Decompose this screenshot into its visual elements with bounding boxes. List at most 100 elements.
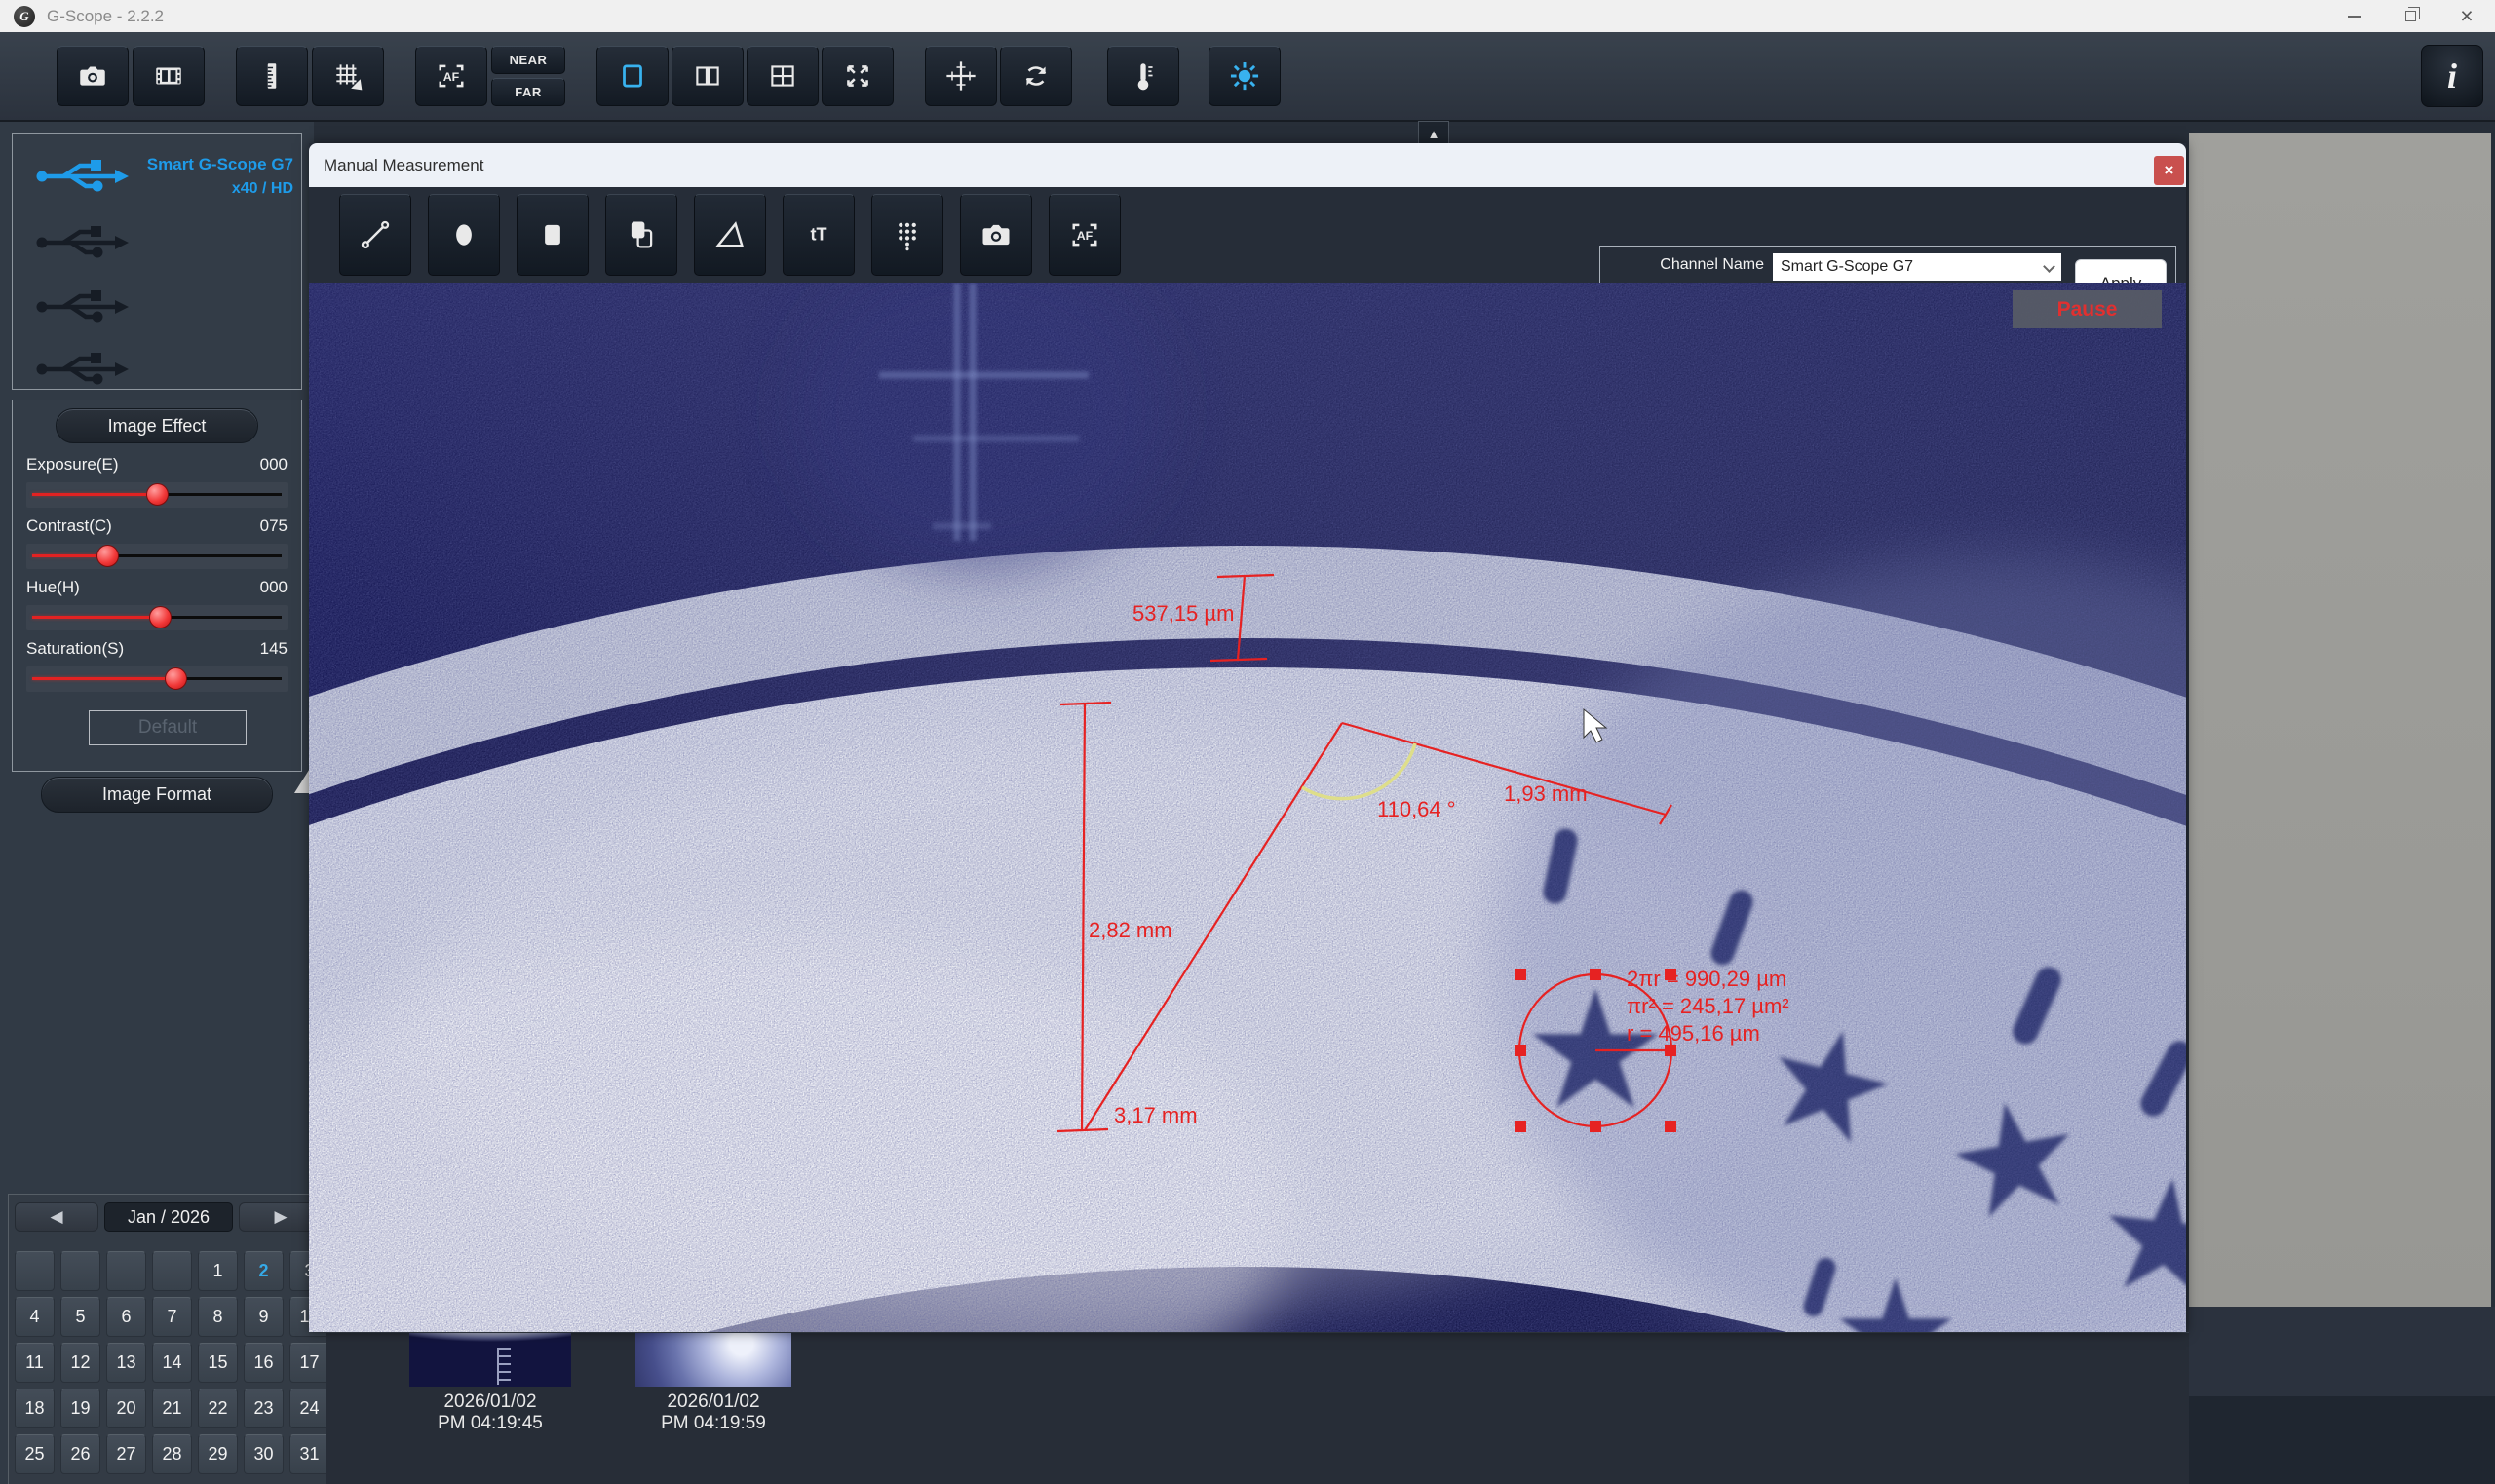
app-logo-icon: G: [14, 6, 35, 27]
calendar-day[interactable]: 24: [289, 1389, 329, 1428]
hue-track[interactable]: [26, 605, 288, 630]
fullscreen-button[interactable]: [822, 46, 894, 106]
far-focus-button[interactable]: FAR: [491, 78, 565, 106]
calendar-day[interactable]: 22: [198, 1389, 238, 1428]
autofocus-button[interactable]: AF: [1049, 194, 1121, 276]
gallery-item[interactable]: 2026/01/02 PM 04:19:45: [409, 1333, 571, 1434]
text-annotation-button[interactable]: tT: [783, 194, 855, 276]
calendar-day[interactable]: 13: [106, 1343, 146, 1383]
grid-measure-button[interactable]: [312, 46, 384, 106]
video-record-button[interactable]: [133, 46, 205, 106]
line-measure-button[interactable]: [339, 194, 411, 276]
exposure-slider: Exposure(E) 000: [26, 455, 288, 512]
calendar-day[interactable]: 29: [198, 1434, 238, 1474]
calendar-day[interactable]: 30: [244, 1434, 284, 1474]
exposure-knob[interactable]: [146, 483, 169, 506]
calendar-day[interactable]: 26: [60, 1434, 100, 1474]
calendar-day[interactable]: 21: [152, 1389, 192, 1428]
device-slot-4[interactable]: [34, 345, 132, 394]
crosshair-icon: [943, 58, 979, 94]
calendar-day[interactable]: 11: [15, 1343, 55, 1383]
calendar-day[interactable]: 9: [244, 1297, 284, 1337]
live-image-area[interactable]: ★ ★ ★ ★ ★: [309, 283, 2186, 1332]
calendar-day[interactable]: 31: [289, 1434, 329, 1474]
calendar-day[interactable]: 8: [198, 1297, 238, 1337]
default-button[interactable]: Default: [89, 710, 247, 745]
calendar-blank-cell: [15, 1251, 55, 1291]
single-view-button[interactable]: [596, 46, 669, 106]
measurement-label-angle: 110,64 °: [1377, 797, 1456, 821]
grid-overlay-button[interactable]: [871, 194, 943, 276]
hue-knob[interactable]: [149, 606, 172, 628]
calendar-day[interactable]: 27: [106, 1434, 146, 1474]
device-slot-1-active[interactable]: [34, 152, 132, 201]
channel-name-dropdown[interactable]: Smart G-Scope G7: [1773, 253, 2061, 281]
contrast-knob[interactable]: [96, 545, 119, 567]
expand-arrows-icon: [841, 59, 874, 93]
quad-view-button[interactable]: [747, 46, 819, 106]
calendar-day[interactable]: 7: [152, 1297, 192, 1337]
info-button[interactable]: i: [2421, 45, 2483, 107]
calendar-day[interactable]: 20: [106, 1389, 146, 1428]
crosshair-button[interactable]: [925, 46, 997, 106]
calendar-day[interactable]: 17: [289, 1343, 329, 1383]
calendar-day[interactable]: 16: [244, 1343, 284, 1383]
thumbnail-image[interactable]: [635, 1333, 791, 1387]
hue-value: 000: [260, 578, 288, 601]
exposure-label: Exposure(E): [26, 455, 118, 478]
dialog-close-button[interactable]: ×: [2154, 156, 2184, 185]
calendar-prev-button[interactable]: ◀: [15, 1202, 98, 1232]
window-title: G-Scope - 2.2.2: [47, 7, 164, 26]
near-focus-button[interactable]: NEAR: [491, 46, 565, 74]
calendar-day[interactable]: 4: [15, 1297, 55, 1337]
calendar-day[interactable]: 6: [106, 1297, 146, 1337]
channel-name-label: Channel Name: [1608, 256, 1764, 274]
brightness-button[interactable]: [1209, 46, 1281, 106]
rotate-button[interactable]: [1000, 46, 1072, 106]
close-button[interactable]: ×: [2438, 0, 2495, 32]
calendar-day[interactable]: 28: [152, 1434, 192, 1474]
calendar-day[interactable]: 19: [60, 1389, 100, 1428]
contrast-track[interactable]: [26, 544, 288, 569]
dialog-title-bar[interactable]: Manual Measurement ×: [309, 143, 2186, 187]
thumbnail-image[interactable]: [409, 1333, 571, 1387]
capture-button[interactable]: [57, 46, 129, 106]
pause-button[interactable]: Pause: [2013, 290, 2162, 328]
rectangle-measure-button[interactable]: [517, 194, 589, 276]
device-slot-3[interactable]: [34, 283, 132, 331]
ruler-button[interactable]: [236, 46, 308, 106]
temperature-button[interactable]: [1107, 46, 1179, 106]
left-sidebar: Smart G-Scope G7 x40 / HD Image Effect E…: [0, 122, 314, 1484]
contrast-value: 075: [260, 516, 288, 540]
restore-button[interactable]: [2382, 0, 2438, 32]
snapshot-button[interactable]: [960, 194, 1032, 276]
exposure-track[interactable]: [26, 482, 288, 508]
calendar-grid: 1234567891011121314151617181920212223242…: [15, 1251, 329, 1474]
exposure-value: 000: [260, 455, 288, 478]
image-effect-header[interactable]: Image Effect: [56, 408, 258, 443]
ellipse-measure-button[interactable]: [428, 194, 500, 276]
calendar-day[interactable]: 15: [198, 1343, 238, 1383]
autofocus-button[interactable]: AF: [415, 46, 487, 106]
calendar-day[interactable]: 14: [152, 1343, 192, 1383]
minimize-button[interactable]: [2325, 0, 2382, 32]
calendar-day[interactable]: 23: [244, 1389, 284, 1428]
calendar-day[interactable]: 2: [244, 1251, 284, 1291]
calendar-day[interactable]: 18: [15, 1389, 55, 1428]
calendar-day[interactable]: 25: [15, 1434, 55, 1474]
secondary-view-area: [2189, 133, 2491, 1307]
duplicate-shape-button[interactable]: [605, 194, 677, 276]
device-slot-2[interactable]: [34, 218, 132, 267]
calendar-blank-cell: [60, 1251, 100, 1291]
calendar-day[interactable]: 12: [60, 1343, 100, 1383]
calendar-day[interactable]: 5: [60, 1297, 100, 1337]
image-format-button[interactable]: Image Format: [41, 777, 273, 813]
angle-measure-button[interactable]: [694, 194, 766, 276]
gallery-item[interactable]: 2026/01/02 PM 04:19:59: [635, 1333, 791, 1434]
saturation-track[interactable]: [26, 666, 288, 692]
saturation-knob[interactable]: [165, 667, 187, 690]
calendar-day[interactable]: 1: [198, 1251, 238, 1291]
line-tool-icon: [358, 217, 393, 252]
usb-icon: [34, 345, 132, 394]
dual-view-button[interactable]: [672, 46, 744, 106]
